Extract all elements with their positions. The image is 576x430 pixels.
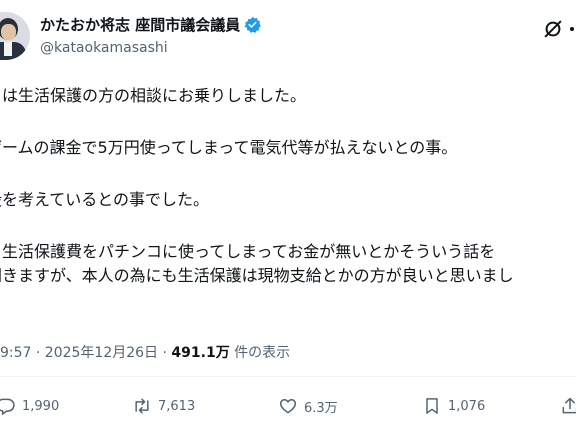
- divider: [0, 376, 576, 377]
- post-line: く生活保護費をパチンコに使ってしまってお金が無いとかそういう話を: [0, 242, 496, 261]
- repost-icon: [135, 398, 149, 414]
- post-line: 日は生活保護の方の相談にお乗りしました。: [0, 86, 307, 105]
- grok-icon[interactable]: [542, 18, 564, 40]
- reply-icon: [0, 398, 15, 416]
- post-meta: 後9:57 · 2025年12月26日 · 491.1万 件の表示: [0, 342, 290, 362]
- repost-count: 7,613: [158, 398, 196, 414]
- share-button[interactable]: [560, 396, 576, 416]
- avatar[interactable]: [0, 12, 30, 60]
- post-text: 日は生活保護の方の相談にお乗りしました。 ゲームの課金で5万円使ってしまって電気…: [0, 84, 576, 312]
- post-line: 。: [0, 288, 576, 312]
- author-name-row[interactable]: かたおか将志 座間市議会議員: [40, 14, 262, 35]
- author-handle[interactable]: @kataokamasashi: [40, 40, 168, 56]
- views-label: 件の表示: [229, 345, 291, 361]
- more-options-icon[interactable]: [568, 18, 576, 40]
- post-line: ゲームの課金で5万円使ってしまって電気代等が払えないとの事。: [0, 138, 458, 157]
- post-timestamp[interactable]: 後9:57 · 2025年12月26日 ·: [0, 345, 171, 361]
- reply-count: 1,990: [22, 398, 60, 414]
- author-display-name[interactable]: かたおか将志 座間市議会議員: [40, 14, 240, 35]
- bookmark-icon: [426, 398, 438, 414]
- share-icon: [562, 397, 576, 414]
- like-count: 6.3万: [304, 400, 338, 416]
- bookmark-count: 1,076: [448, 398, 486, 414]
- verified-badge-icon: [244, 16, 262, 33]
- reply-button[interactable]: 1,990: [0, 396, 59, 416]
- post-line: 殺を考えているとの事でした。: [0, 190, 210, 209]
- post-header: かたおか将志 座間市議会議員 @kataokamasashi: [0, 0, 576, 72]
- views-count: 491.1万: [171, 345, 230, 361]
- post-line: 聞きますが、本人の為にも生活保護は現物支給とかの方が良いと思いまし: [0, 266, 514, 285]
- like-button[interactable]: 6.3万: [278, 396, 338, 416]
- bookmark-button[interactable]: 1,076: [422, 396, 485, 416]
- heart-icon: [279, 399, 297, 414]
- repost-button[interactable]: 7,613: [132, 396, 195, 416]
- action-bar: 1,990 7,613 6.3万 1,076: [0, 392, 576, 424]
